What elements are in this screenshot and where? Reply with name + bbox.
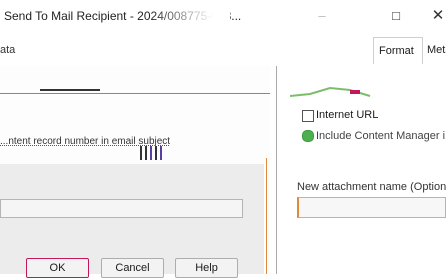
- tab-format[interactable]: Format: [373, 37, 423, 64]
- include-content-manager-checkbox[interactable]: [302, 130, 314, 142]
- options-panel: [0, 66, 270, 164]
- splitter[interactable]: [266, 158, 267, 274]
- maximize-button[interactable]: □: [382, 5, 410, 27]
- right-lower-area: [277, 218, 446, 274]
- attachment-field[interactable]: [0, 199, 243, 218]
- internet-url-checkbox[interactable]: [302, 110, 314, 122]
- artifact-graphic: [290, 86, 371, 97]
- tab-data[interactable]: ata: [0, 44, 15, 56]
- cancel-button[interactable]: Cancel: [101, 258, 164, 278]
- tab-metadata[interactable]: Meta: [422, 37, 446, 64]
- help-button[interactable]: Help: [175, 258, 238, 278]
- ok-button[interactable]: OK: [26, 258, 89, 278]
- title-overflow-fade: [150, 4, 230, 26]
- title-bar: Send To Mail Recipient - 2024/008775-003…: [0, 0, 446, 32]
- internet-url-label: Internet URL: [316, 109, 379, 121]
- new-attachment-name-label: New attachment name (Optiona: [297, 181, 446, 193]
- include-content-manager-label: Include Content Manager i: [316, 130, 446, 142]
- rendering-artifact: [40, 89, 100, 91]
- rendering-artifact-bars: [140, 146, 170, 160]
- panel-divider: [0, 93, 270, 94]
- close-button[interactable]: ✕: [424, 5, 446, 27]
- new-attachment-name-input[interactable]: [297, 197, 446, 218]
- minimize-button[interactable]: –: [308, 5, 336, 27]
